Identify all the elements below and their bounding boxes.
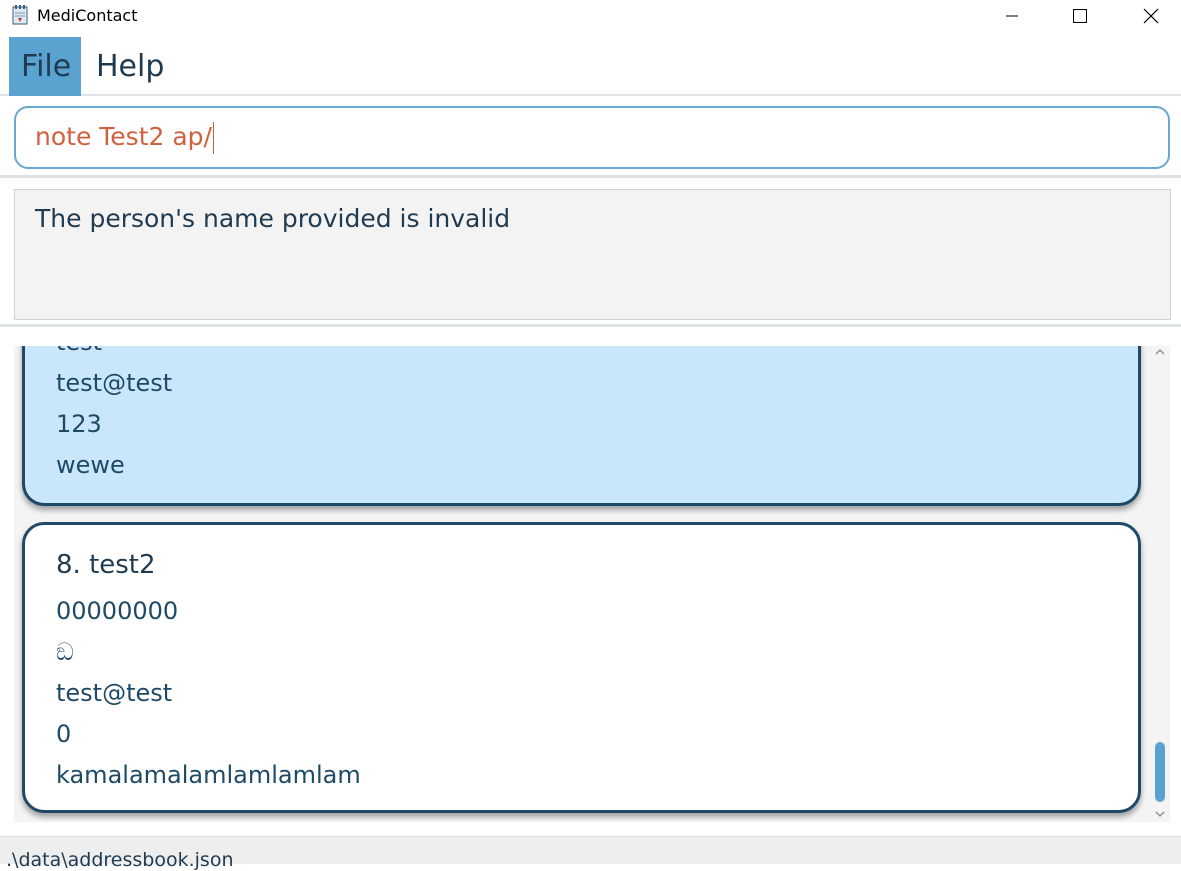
- person-card-selected[interactable]: test test@test 123 wewe: [22, 346, 1141, 506]
- minimize-icon: [1006, 15, 1018, 17]
- status-bar: .\data\addressbook.json: [0, 836, 1181, 871]
- result-display[interactable]: The person's name provided is invalid: [14, 189, 1171, 320]
- menu-file[interactable]: File: [9, 37, 81, 96]
- result-message: The person's name provided is invalid: [35, 204, 511, 233]
- scroll-thumb[interactable]: [1155, 742, 1165, 802]
- person-detail: wewe: [56, 451, 125, 479]
- list-scrollbar[interactable]: [1150, 346, 1170, 822]
- save-file-path: .\data\addressbook.json: [6, 849, 234, 871]
- person-email: test@test: [56, 369, 173, 397]
- scroll-up-button[interactable]: [1154, 346, 1166, 358]
- person-card[interactable]: 8. test2 00000000 ඞ test@test 0 kamalama…: [22, 522, 1141, 813]
- person-detail: 123: [56, 410, 102, 438]
- person-list[interactable]: test test@test 123 wewe 8. test2 0000000…: [14, 346, 1170, 822]
- menu-bar: File Help: [0, 37, 1181, 96]
- scroll-down-button[interactable]: [1154, 808, 1166, 820]
- maximize-button[interactable]: [1057, 0, 1103, 32]
- person-detail: 0: [56, 720, 72, 748]
- person-phone: 00000000: [56, 597, 179, 625]
- minimize-button[interactable]: [989, 0, 1035, 32]
- text-caret: [212, 122, 214, 154]
- window-title: MediContact: [37, 6, 138, 25]
- result-display-placeholder: The person's name provided is invalid: [0, 181, 1181, 327]
- menu-help[interactable]: Help: [96, 37, 164, 96]
- notepad-icon: [10, 5, 30, 25]
- person-name: 8. test2: [56, 550, 156, 580]
- person-email: test@test: [56, 679, 173, 707]
- command-box-placeholder: note Test2 ap/: [0, 98, 1181, 178]
- title-bar: MediContact: [0, 0, 1181, 32]
- person-note: kamalamalamlamlamlam: [56, 761, 361, 789]
- command-input[interactable]: note Test2 ap/: [14, 106, 1170, 169]
- person-detail: test: [56, 346, 102, 356]
- chevron-up-icon: [1155, 349, 1165, 355]
- command-text: note Test2 ap/: [35, 122, 214, 154]
- maximize-icon: [1073, 9, 1087, 23]
- chevron-down-icon: [1155, 811, 1165, 817]
- person-detail: ඞ: [56, 638, 74, 666]
- close-icon: [1143, 8, 1159, 24]
- close-button[interactable]: [1128, 0, 1174, 32]
- command-value: note Test2 ap/: [35, 122, 212, 151]
